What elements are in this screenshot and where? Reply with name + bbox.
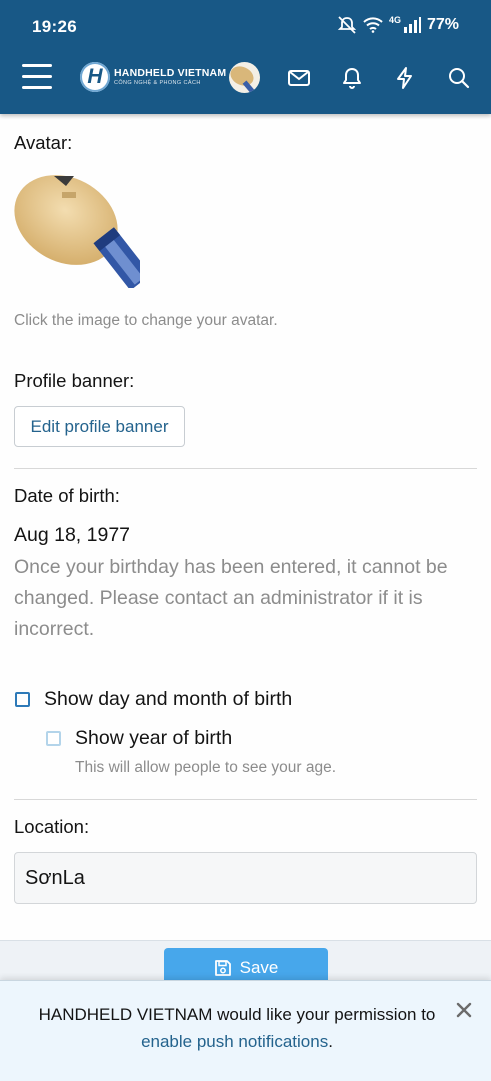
logo-tagline: CÔNG NGHỆ & PHONG CÁCH [114,79,201,86]
notice-text: HANDHELD VIETNAM would like your permiss… [22,1001,452,1055]
site-logo[interactable]: H HANDHELD VIETNAM CÔNG NGHỆ & PHONG CÁC… [80,62,226,92]
app-header: 19:26 4G 77% H HANDHELD VIETNAM CÔNG NGH… [0,0,491,114]
show-year-hint: This will allow people to see your age. [75,759,337,776]
edit-profile-banner-button[interactable]: Edit profile banner [14,406,185,447]
bolt-icon[interactable] [393,66,417,90]
show-day-month-checkbox[interactable] [15,692,30,707]
wifi-icon [363,17,383,33]
show-year-label[interactable]: Show year of birth [75,727,232,750]
banner-label: Profile banner: [14,370,135,391]
divider [14,799,477,800]
signal-icon [403,17,421,33]
push-notification-notice: HANDHELD VIETNAM would like your permiss… [0,980,491,1081]
notice-message: HANDHELD VIETNAM would like your permiss… [38,1005,436,1024]
battery-level: 77% [426,16,459,33]
save-icon [214,960,231,976]
location-input[interactable]: SơnLa [14,852,477,904]
logo-name: HANDHELD VIETNAM [114,67,227,79]
avatar-label: Avatar: [14,132,73,153]
dob-note: Once your birthday has been entered, it … [14,556,448,640]
show-year-checkbox[interactable] [46,731,61,746]
search-icon[interactable] [447,66,471,90]
dob-label: Date of birth: [14,485,120,506]
avatar-image[interactable] [14,170,140,288]
avatar-hint: Click the image to change your avatar. [14,312,278,329]
bell-icon[interactable] [340,66,364,90]
location-label: Location: [14,816,90,837]
status-icons: 4G 77% [337,16,459,34]
mute-icon [337,16,357,34]
status-time: 19:26 [32,17,77,36]
network-type: 4G [388,15,401,25]
enable-push-link[interactable]: enable push notifications [141,1032,328,1051]
divider [14,468,477,469]
dob-value: Aug 18, 1977 [14,524,131,546]
menu-icon[interactable] [22,64,52,92]
notice-suffix: . [328,1032,333,1051]
show-day-month-label[interactable]: Show day and month of birth [44,688,292,711]
save-label: Save [239,958,279,977]
close-icon[interactable] [455,1001,473,1019]
user-avatar[interactable] [229,62,260,93]
logo-mark: H [80,62,110,92]
envelope-icon[interactable] [287,66,311,90]
